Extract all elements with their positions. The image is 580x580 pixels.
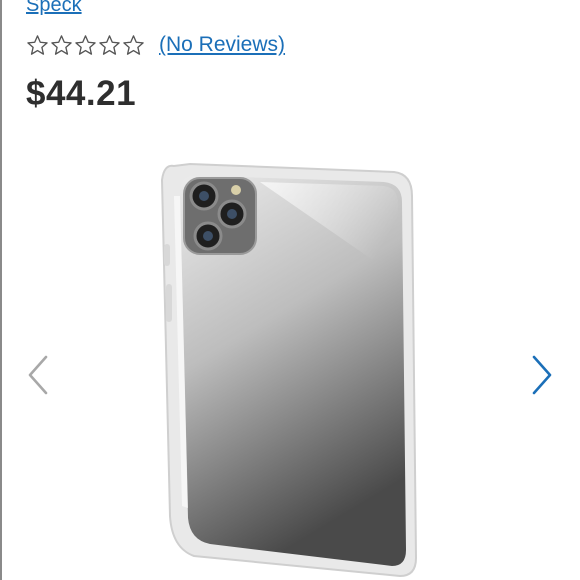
star-empty-icon — [123, 34, 144, 55]
star-empty-icon — [27, 34, 48, 55]
brand-link[interactable]: Speck — [26, 0, 82, 16]
star-empty-icon — [51, 34, 72, 55]
gallery-prev-button[interactable] — [20, 348, 56, 402]
gallery-next-button[interactable] — [524, 348, 560, 402]
star-rating[interactable] — [26, 34, 145, 57]
image-gallery — [0, 150, 580, 580]
star-empty-icon — [99, 34, 120, 55]
product-price: $44.21 — [26, 74, 137, 113]
star-empty-icon — [75, 34, 96, 55]
product-image-phone-case — [160, 162, 418, 578]
rating-row: (No Reviews) — [26, 32, 285, 58]
chevron-left-icon — [28, 355, 48, 395]
chevron-right-icon — [532, 355, 552, 395]
reviews-link[interactable]: (No Reviews) — [159, 32, 285, 58]
